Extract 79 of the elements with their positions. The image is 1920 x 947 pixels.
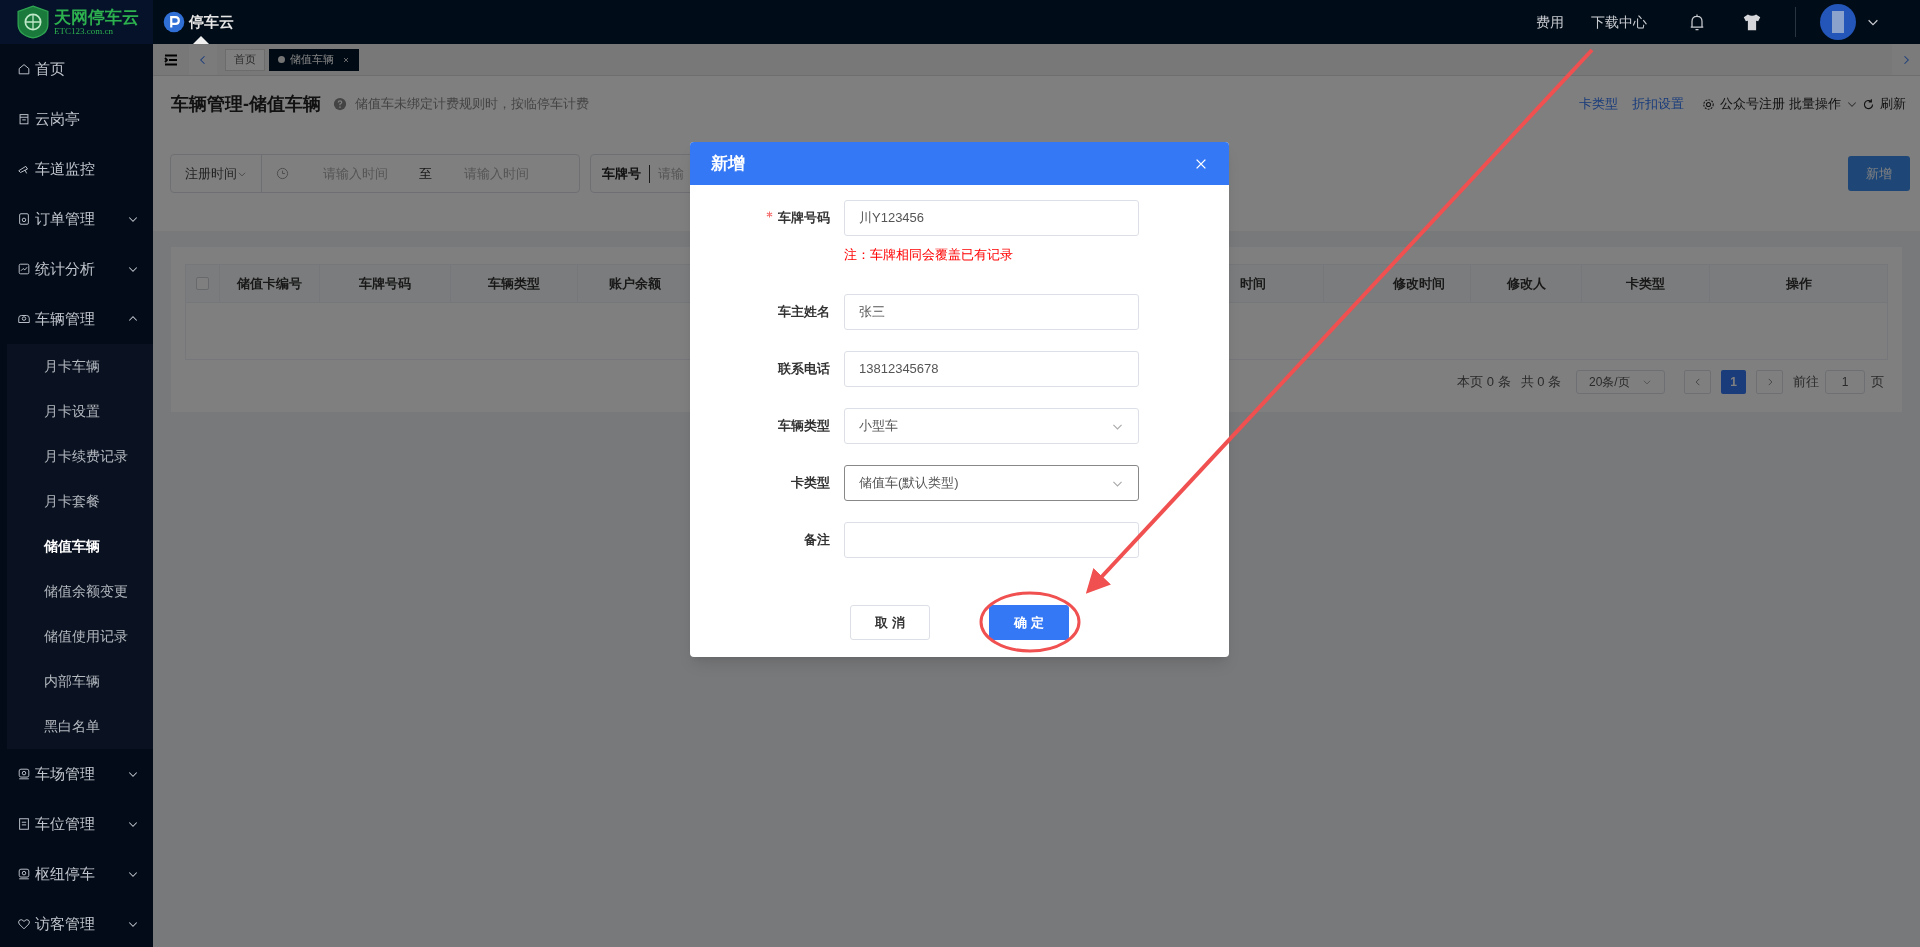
- sidebar-subitem[interactable]: 月卡设置: [7, 389, 153, 434]
- goto-label: 前往: [1793, 373, 1819, 392]
- topbar-link[interactable]: 费用: [1536, 11, 1564, 33]
- sidebar-subitem[interactable]: 储值车辆: [7, 524, 153, 569]
- badge-icon: [17, 867, 31, 881]
- column-header: 车辆类型: [488, 274, 540, 293]
- confirm-button[interactable]: 确 定: [989, 605, 1069, 640]
- field-label: 备注: [804, 531, 830, 550]
- action-button[interactable]: 公众号注册: [1702, 94, 1785, 114]
- logo-subtitle: ETC123.com.cn: [54, 26, 113, 36]
- sidebar-item[interactable]: 云岗亭: [0, 94, 153, 144]
- input-field[interactable]: 张三: [844, 294, 1139, 330]
- sidebar-subitem[interactable]: 储值使用记录: [7, 614, 153, 659]
- close-icon[interactable]: [342, 55, 350, 64]
- sidebar-subitem[interactable]: 月卡车辆: [7, 344, 153, 389]
- input-field[interactable]: [844, 522, 1139, 558]
- sidebar-subitem[interactable]: 内部车辆: [7, 659, 153, 704]
- sidebar-subitem[interactable]: 储值余额变更: [7, 569, 153, 614]
- field-label: 卡类型: [791, 474, 830, 493]
- chart-icon: [17, 262, 31, 276]
- sidebar-subitem[interactable]: 月卡套餐: [7, 479, 153, 524]
- input-field[interactable]: 13812345678: [844, 351, 1139, 387]
- tab[interactable]: 首页: [225, 48, 265, 71]
- field-label: 车主姓名: [778, 303, 830, 322]
- input-field[interactable]: 川Y123456: [844, 200, 1139, 236]
- tab[interactable]: 储值车辆: [269, 48, 359, 71]
- avatar[interactable]: [1820, 4, 1856, 40]
- action-button[interactable]: 批量操作: [1789, 94, 1858, 114]
- sidebar-item[interactable]: 车辆管理: [0, 294, 153, 344]
- p-logo-icon: [163, 11, 185, 33]
- heart-icon: [17, 917, 31, 931]
- caret-icon: [1642, 377, 1652, 387]
- document-icon: [17, 817, 31, 831]
- topbar-link[interactable]: 下载中心: [1591, 11, 1647, 33]
- sidebar-item[interactable]: 车位管理: [0, 799, 153, 849]
- column-header: 修改人: [1506, 274, 1546, 293]
- sidebar-subitem[interactable]: 黑白名单: [7, 704, 153, 749]
- column-header: 储值卡编号: [237, 274, 302, 293]
- cancel-button[interactable]: 取 消: [850, 605, 930, 640]
- field-label: 车辆类型: [778, 417, 830, 436]
- column-header: 操作: [1785, 274, 1812, 293]
- column-header: 卡类型: [1626, 274, 1665, 293]
- range-separator: 至: [419, 164, 432, 183]
- column-header: 车牌号码: [359, 274, 411, 293]
- page-size-select[interactable]: 20条/页: [1576, 370, 1665, 394]
- refresh-icon: [1862, 97, 1875, 111]
- field-note: 注：车牌相同会覆盖已有记录: [844, 246, 1013, 265]
- booth-icon: [17, 112, 31, 126]
- sidebar-item[interactable]: 车道监控: [0, 144, 153, 194]
- field-label: 车牌号码: [778, 209, 830, 228]
- sidebar-item[interactable]: 统计分析: [0, 244, 153, 294]
- column-header: 账户余额: [608, 274, 661, 293]
- select-all-checkbox[interactable]: [196, 277, 209, 290]
- sidebar-subitem[interactable]: 月卡续费记录: [7, 434, 153, 479]
- logo-title: 天网停车云: [54, 8, 139, 26]
- column-header: 修改时间: [1393, 274, 1445, 293]
- column-header: 时间: [1239, 274, 1266, 293]
- total-count: 共 0 条: [1520, 373, 1561, 392]
- car-icon: [17, 312, 31, 326]
- action-button[interactable]: 刷新: [1862, 94, 1906, 114]
- badge-icon: [17, 767, 31, 781]
- gear-icon: [1702, 97, 1715, 111]
- document-icon: [17, 212, 31, 226]
- select-field[interactable]: 小型车: [844, 408, 1139, 444]
- page-row-count: 本页 0 条: [1457, 373, 1511, 392]
- sidebar-item[interactable]: 车场管理: [0, 749, 153, 799]
- select-field[interactable]: 储值车(默认类型): [844, 465, 1139, 501]
- goto-page-field[interactable]: 1: [1825, 370, 1865, 394]
- field-label: 联系电话: [778, 360, 830, 379]
- home-icon: [17, 62, 31, 76]
- sidebar-item[interactable]: 首页: [0, 44, 153, 94]
- clock-icon: [276, 167, 289, 180]
- help-icon[interactable]: [333, 97, 347, 111]
- sidebar-item[interactable]: 枢纽停车: [0, 849, 153, 899]
- app-name: 停车云: [189, 11, 234, 32]
- sidebar-item[interactable]: 访客管理: [0, 899, 153, 947]
- sidebar-item[interactable]: 订单管理: [0, 194, 153, 244]
- goto-suffix: 页: [1871, 373, 1884, 392]
- page-title: 车辆管理-储值车辆: [171, 92, 321, 116]
